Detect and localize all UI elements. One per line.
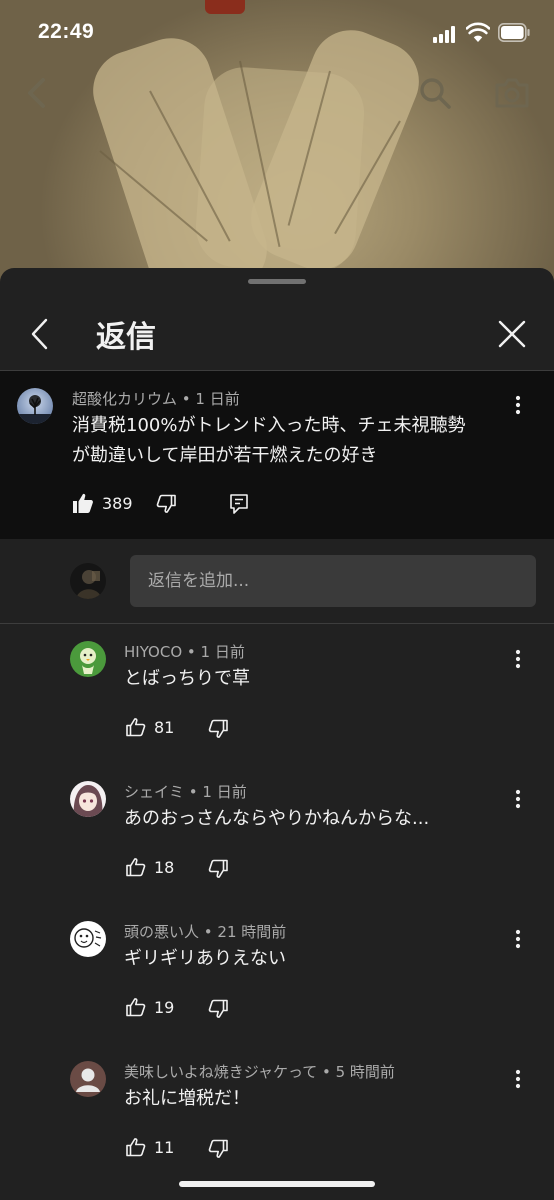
like-button[interactable]: 81 xyxy=(126,717,174,737)
status-time: 22:49 xyxy=(38,20,95,43)
comment-author[interactable]: 頭の悪い人 xyxy=(124,923,199,941)
like-button[interactable]: 19 xyxy=(126,997,174,1017)
reply-comment: シェイミ • 1 日前 あのおっさんならやりかねんからな... 18 xyxy=(0,767,554,907)
thumbs-up-icon xyxy=(126,1138,146,1157)
comment-author[interactable]: シェイミ xyxy=(124,783,184,801)
camera-icon[interactable] xyxy=(494,76,530,110)
comment-age: 5 時間前 xyxy=(335,1063,395,1081)
battery-icon xyxy=(498,23,530,42)
thumbs-up-icon xyxy=(126,858,146,877)
comment-meta: シェイミ • 1 日前 xyxy=(124,783,247,801)
reply-comment: HIYOCO • 1 日前 とばっちりで草 81 xyxy=(0,627,554,767)
comment-meta: 超酸化カリウム • 1 日前 xyxy=(72,390,240,408)
more-options-button[interactable] xyxy=(506,393,530,417)
dislike-button[interactable] xyxy=(208,1139,228,1159)
more-options-button[interactable] xyxy=(506,927,530,951)
kebab-menu-icon xyxy=(515,1069,521,1089)
comment-meta: HIYOCO • 1 日前 xyxy=(124,643,245,661)
like-button[interactable]: 389 xyxy=(72,492,133,514)
reply-comment: 美味しいよね焼きジャケって • 5 時間前 お礼に増税だ！ 11 xyxy=(0,1047,554,1187)
close-button[interactable] xyxy=(490,312,534,356)
thumbs-down-icon xyxy=(208,859,228,878)
more-options-button[interactable] xyxy=(506,1067,530,1091)
thumbs-up-icon xyxy=(126,718,146,737)
like-count: 389 xyxy=(102,493,133,513)
more-options-button[interactable] xyxy=(506,787,530,811)
sheet-title: 返信 xyxy=(96,320,156,355)
wifi-icon xyxy=(466,22,490,42)
like-count: 11 xyxy=(154,1137,175,1157)
dislike-button[interactable] xyxy=(156,494,176,514)
comment-author[interactable]: HIYOCO xyxy=(124,643,182,661)
comment-meta: 美味しいよね焼きジャケって • 5 時間前 xyxy=(124,1063,395,1081)
kebab-menu-icon xyxy=(515,789,521,809)
dislike-button[interactable] xyxy=(208,999,228,1019)
reply-button[interactable] xyxy=(229,493,249,515)
comment-age: 1 日前 xyxy=(195,390,240,408)
like-count: 19 xyxy=(154,997,175,1017)
thumbs-up-icon xyxy=(126,998,146,1017)
video-player[interactable]: 22:49 xyxy=(0,0,554,290)
thumbs-down-icon xyxy=(208,719,228,738)
avatar[interactable] xyxy=(70,641,106,677)
comment-text: 消費税100%がトレンド入った時、チェ未視聴勢 が勘違いして岸田が若干燃えたの好… xyxy=(72,415,466,466)
reply-input[interactable] xyxy=(130,555,536,607)
like-button[interactable]: 11 xyxy=(126,1137,174,1157)
avatar xyxy=(70,563,106,599)
chevron-left-icon xyxy=(31,318,48,350)
sheet-header: 返信 xyxy=(0,298,554,371)
reply-comment: 頭の悪い人 • 21 時間前 ギリギリありえない 19 xyxy=(0,907,554,1047)
comment-meta: 頭の悪い人 • 21 時間前 xyxy=(124,923,287,941)
comment-author[interactable]: 美味しいよね焼きジャケって xyxy=(124,1063,317,1081)
avatar[interactable] xyxy=(70,781,106,817)
comment-text: とばっちりで草 xyxy=(124,668,250,689)
search-icon[interactable] xyxy=(418,76,452,110)
comment-text: お礼に増税だ！ xyxy=(124,1088,250,1109)
like-count: 18 xyxy=(154,857,175,877)
dislike-button[interactable] xyxy=(208,859,228,879)
comment-age: 1 日前 xyxy=(202,783,247,801)
dislike-button[interactable] xyxy=(208,719,228,739)
back-button[interactable] xyxy=(18,312,62,356)
avatar[interactable] xyxy=(70,921,106,957)
more-options-button[interactable] xyxy=(506,647,530,671)
avatar[interactable] xyxy=(70,1061,106,1097)
comment-age: 1 日前 xyxy=(200,643,245,661)
cellular-signal-icon xyxy=(433,25,459,43)
thumbs-down-icon xyxy=(208,999,228,1018)
like-button[interactable]: 18 xyxy=(126,857,174,877)
comment-text: ギリギリありえない xyxy=(124,948,286,969)
comment-age: 21 時間前 xyxy=(217,923,287,941)
thumbs-up-filled-icon xyxy=(73,493,93,513)
avatar[interactable] xyxy=(17,388,53,424)
kebab-menu-icon xyxy=(515,649,521,669)
kebab-menu-icon xyxy=(515,929,521,949)
comment-icon xyxy=(230,494,248,514)
thumbs-down-icon xyxy=(156,494,176,513)
status-bar: 22:49 xyxy=(0,0,554,64)
drag-handle[interactable] xyxy=(248,279,306,284)
kebab-menu-icon xyxy=(515,395,521,415)
close-icon xyxy=(498,320,526,348)
replies-sheet: 返信 超酸化カリウム • 1 日前 消費税100%がトレンド入った時、チェ未視聴… xyxy=(0,268,554,1200)
comment-text: あのおっさんならやりかねんからな... xyxy=(124,808,430,829)
parent-comment: 超酸化カリウム • 1 日前 消費税100%がトレンド入った時、チェ未視聴勢 が… xyxy=(0,371,554,539)
like-count: 81 xyxy=(154,717,175,737)
back-icon[interactable] xyxy=(22,76,52,110)
thumbs-down-icon xyxy=(208,1139,228,1158)
add-reply-row xyxy=(0,539,554,624)
home-indicator[interactable] xyxy=(179,1181,375,1187)
comment-author[interactable]: 超酸化カリウム xyxy=(72,390,177,408)
